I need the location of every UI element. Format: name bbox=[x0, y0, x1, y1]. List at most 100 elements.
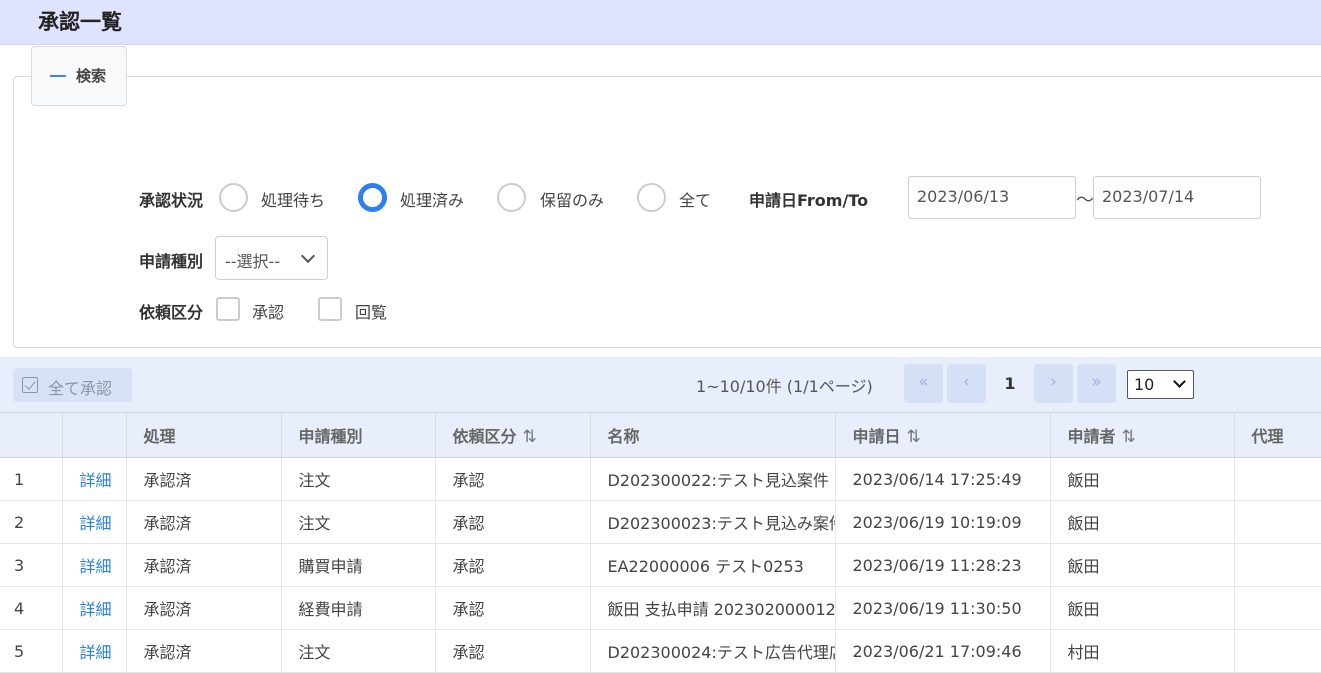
page-header: 承認一覧 bbox=[0, 0, 1321, 45]
row-index: 3 bbox=[0, 543, 63, 587]
search-toggle-button[interactable]: 検索 bbox=[31, 46, 127, 106]
radio-on-hold-label: 保留のみ bbox=[540, 191, 605, 210]
date-from-input[interactable]: 2023/06/13 bbox=[908, 176, 1076, 219]
checkbox-approval[interactable] bbox=[216, 297, 240, 321]
header-app-type: 申請種別 bbox=[281, 412, 436, 458]
table-header-row: 処理 申請種別 依頼区分 ⇅ 名称 申請日 ⇅ 申請者 ⇅ 代理 bbox=[0, 412, 1321, 458]
detail-link[interactable]: 詳細 bbox=[62, 629, 127, 673]
cell-request-type: 承認 bbox=[435, 500, 591, 544]
cell-proxy bbox=[1234, 500, 1321, 544]
header-name: 名称 bbox=[590, 412, 836, 458]
radio-all-label: 全て bbox=[679, 191, 712, 210]
detail-link[interactable]: 詳細 bbox=[62, 500, 127, 544]
cell-date: 2023/06/14 17:25:49 bbox=[835, 457, 1051, 501]
detail-link[interactable]: 詳細 bbox=[62, 457, 127, 501]
cell-date: 2023/06/19 10:19:09 bbox=[835, 500, 1051, 544]
checkbox-circulation-label: 回覧 bbox=[355, 303, 388, 322]
cell-process: 承認済 bbox=[126, 500, 282, 544]
header-applicant-label: 申請者 bbox=[1067, 427, 1116, 446]
table-row: 4 詳細 承認済 経費申請 承認 飯田 支払申請 202302000012 20… bbox=[0, 586, 1321, 630]
sort-icon[interactable]: ⇅ bbox=[907, 427, 921, 447]
row-index: 5 bbox=[0, 629, 63, 673]
radio-processed[interactable] bbox=[358, 183, 387, 212]
cell-app-type: 購買申請 bbox=[281, 543, 436, 587]
next-page-button[interactable]: › bbox=[1034, 364, 1073, 403]
checkbox-icon bbox=[22, 377, 38, 393]
date-to-input[interactable]: 2023/07/14 bbox=[1093, 176, 1261, 219]
row-index: 1 bbox=[0, 457, 63, 501]
radio-pending[interactable] bbox=[219, 183, 248, 212]
cell-app-type: 注文 bbox=[281, 629, 436, 673]
cell-process: 承認済 bbox=[126, 543, 282, 587]
cell-name: D202300024:テスト広告代理店 bbox=[590, 629, 836, 673]
cell-name: D202300023:テスト見込み案件 bbox=[590, 500, 836, 544]
cell-process: 承認済 bbox=[126, 586, 282, 630]
page-size-select[interactable]: 10 bbox=[1127, 370, 1194, 399]
header-date[interactable]: 申請日 ⇅ bbox=[835, 412, 1051, 458]
chevron-down-icon bbox=[300, 248, 316, 264]
first-page-button[interactable]: « bbox=[904, 364, 943, 403]
search-toggle-label: 検索 bbox=[76, 67, 107, 85]
cell-proxy bbox=[1234, 457, 1321, 501]
cell-date: 2023/06/19 11:28:23 bbox=[835, 543, 1051, 587]
date-range-label: 申請日From/To bbox=[749, 191, 869, 210]
checkbox-circulation[interactable] bbox=[318, 297, 342, 321]
cell-date: 2023/06/21 17:09:46 bbox=[835, 629, 1051, 673]
header-applicant[interactable]: 申請者 ⇅ bbox=[1050, 412, 1235, 458]
prev-page-button[interactable]: ‹ bbox=[947, 364, 986, 403]
checkbox-approval-label: 承認 bbox=[252, 303, 285, 322]
approve-all-button[interactable]: 全て承認 bbox=[13, 368, 132, 402]
radio-on-hold[interactable] bbox=[497, 183, 526, 212]
cell-process: 承認済 bbox=[126, 629, 282, 673]
table-row: 5 詳細 承認済 注文 承認 D202300024:テスト広告代理店 2023/… bbox=[0, 629, 1321, 673]
cell-request-type: 承認 bbox=[435, 457, 591, 501]
header-detail bbox=[62, 412, 127, 458]
table-row: 3 詳細 承認済 購買申請 承認 EA22000006 テスト0253 2023… bbox=[0, 543, 1321, 587]
header-request-type[interactable]: 依頼区分 ⇅ bbox=[435, 412, 591, 458]
header-proxy: 代理 bbox=[1234, 412, 1321, 458]
last-page-button[interactable]: » bbox=[1077, 364, 1116, 403]
radio-all[interactable] bbox=[637, 183, 666, 212]
date-separator: ～ bbox=[1076, 190, 1094, 211]
request-label: 依頼区分 bbox=[139, 303, 204, 322]
sort-icon[interactable]: ⇅ bbox=[523, 427, 537, 447]
row-index: 4 bbox=[0, 586, 63, 630]
cell-process: 承認済 bbox=[126, 457, 282, 501]
cell-app-type: 注文 bbox=[281, 457, 436, 501]
type-select[interactable]: --選択-- bbox=[215, 236, 328, 280]
cell-request-type: 承認 bbox=[435, 543, 591, 587]
chevron-down-icon bbox=[1173, 375, 1186, 388]
cell-request-type: 承認 bbox=[435, 586, 591, 630]
detail-link[interactable]: 詳細 bbox=[62, 543, 127, 587]
current-page-button[interactable]: 1 bbox=[990, 364, 1030, 403]
approval-table: 処理 申請種別 依頼区分 ⇅ 名称 申請日 ⇅ 申請者 ⇅ 代理 1 詳細 承認済 注… bbox=[0, 412, 1321, 673]
cell-applicant: 飯田 bbox=[1050, 457, 1235, 501]
row-index: 2 bbox=[0, 500, 63, 544]
cell-proxy bbox=[1234, 629, 1321, 673]
cell-proxy bbox=[1234, 586, 1321, 630]
cell-applicant: 飯田 bbox=[1050, 543, 1235, 587]
cell-applicant: 村田 bbox=[1050, 629, 1235, 673]
cell-applicant: 飯田 bbox=[1050, 586, 1235, 630]
table-row: 2 詳細 承認済 注文 承認 D202300023:テスト見込み案件 2023/… bbox=[0, 500, 1321, 544]
status-label: 承認状況 bbox=[139, 191, 204, 210]
cell-request-type: 承認 bbox=[435, 629, 591, 673]
header-process: 処理 bbox=[126, 412, 282, 458]
header-date-label: 申請日 bbox=[852, 427, 901, 446]
cell-date: 2023/06/19 11:30:50 bbox=[835, 586, 1051, 630]
radio-processed-label: 処理済み bbox=[400, 191, 465, 210]
type-select-value: --選択-- bbox=[225, 252, 281, 271]
detail-link[interactable]: 詳細 bbox=[62, 586, 127, 630]
list-toolbar: 全て承認 1~10/10件 (1/1ページ) « ‹ 1 › » 10 bbox=[0, 357, 1321, 412]
page-info: 1~10/10件 (1/1ページ) bbox=[696, 377, 873, 396]
approve-all-label: 全て承認 bbox=[48, 379, 113, 398]
header-index bbox=[0, 412, 63, 458]
table-row: 1 詳細 承認済 注文 承認 D202300022:テスト見込案件 2023/0… bbox=[0, 457, 1321, 501]
page-title: 承認一覧 bbox=[38, 10, 122, 34]
type-label: 申請種別 bbox=[139, 252, 204, 271]
collapse-icon bbox=[50, 75, 66, 77]
header-request-type-label: 依頼区分 bbox=[452, 427, 517, 446]
sort-icon[interactable]: ⇅ bbox=[1122, 427, 1136, 447]
cell-app-type: 経費申請 bbox=[281, 586, 436, 630]
cell-name: 飯田 支払申請 202302000012 bbox=[590, 586, 836, 630]
